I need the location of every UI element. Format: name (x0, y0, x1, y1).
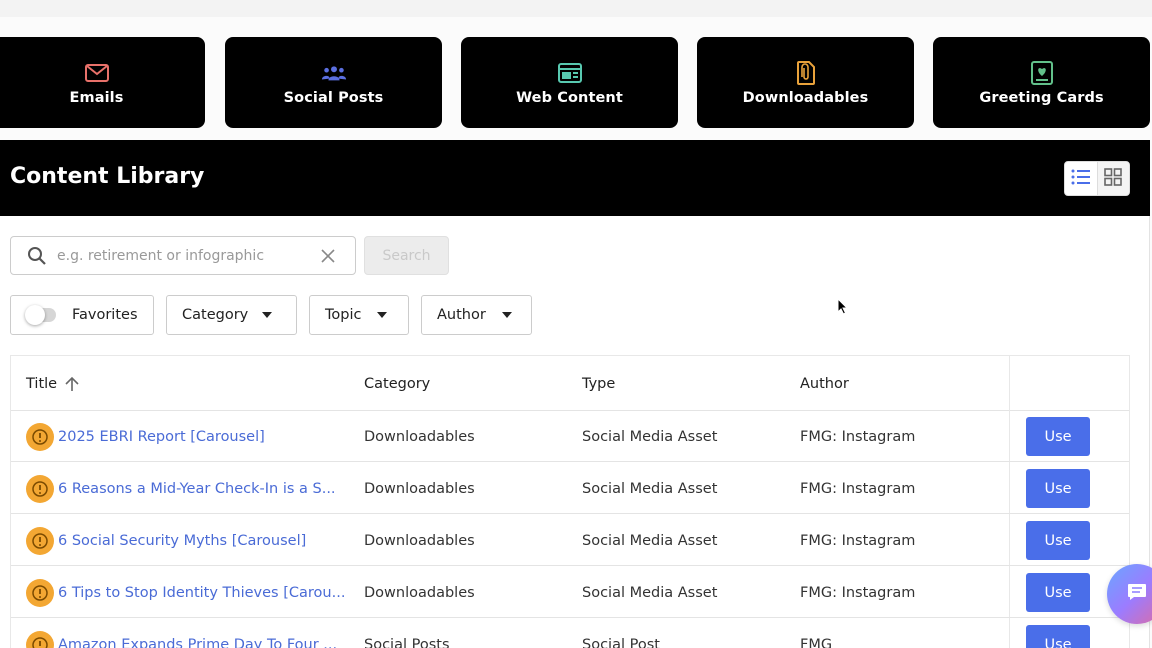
table-row: 6 Social Security Myths [Carousel] Downl… (11, 515, 1129, 566)
column-header-type: Type (582, 375, 616, 392)
warning-icon (26, 578, 54, 607)
list-icon (1071, 169, 1091, 189)
author-cell: FMG: Instagram (800, 428, 916, 445)
grid-icon (1104, 167, 1123, 190)
category-cell: Downloadables (364, 428, 475, 445)
content-title-link[interactable]: 6 Tips to Stop Identity Thieves [Carou..… (58, 585, 345, 601)
warning-icon (26, 474, 54, 503)
caret-down-icon (262, 312, 273, 318)
content-title-link[interactable]: 6 Social Security Myths [Carousel] (58, 533, 306, 549)
content-title-link[interactable]: 6 Reasons a Mid-Year Check-In is a S... (58, 481, 336, 497)
category-cell: Social Posts (364, 636, 450, 648)
tile-emails[interactable]: Emails (0, 37, 205, 128)
table-row: 6 Reasons a Mid-Year Check-In is a S... … (11, 463, 1129, 514)
grid-view-button[interactable] (1096, 162, 1129, 195)
title-cell: 6 Reasons a Mid-Year Check-In is a S... (26, 463, 356, 514)
type-cell: Social Media Asset (582, 480, 718, 497)
search-icon (27, 246, 47, 270)
tile-label: Emails (69, 89, 124, 106)
content-title-link[interactable]: 2025 EBRI Report [Carousel] (58, 429, 265, 445)
tile-greeting-cards[interactable]: Greeting Cards (933, 37, 1150, 128)
caret-down-icon (501, 312, 512, 318)
favorites-toggle[interactable]: Favorites (10, 295, 154, 335)
tile-label: Downloadables (742, 89, 869, 106)
top-strip (0, 0, 1152, 17)
use-button[interactable]: Use (1026, 521, 1090, 560)
tile-label: Social Posts (283, 89, 384, 106)
envelope-icon (84, 60, 110, 86)
type-cell: Social Media Asset (582, 428, 718, 445)
type-cell: Social Media Asset (582, 584, 718, 601)
library-header: Content Library (0, 140, 1150, 216)
table-header: Title Category Type Author (11, 356, 1129, 411)
favorites-label: Favorites (72, 307, 138, 323)
card-icon (1029, 60, 1055, 86)
author-dropdown[interactable]: Author (421, 295, 532, 335)
column-header-title[interactable]: Title (26, 356, 79, 411)
use-button[interactable]: Use (1026, 469, 1090, 508)
search-button[interactable]: Search (364, 236, 449, 275)
warning-icon (26, 526, 54, 555)
tile-social-posts[interactable]: Social Posts (225, 37, 442, 128)
category-dropdown[interactable]: Category (166, 295, 297, 335)
tile-label: Web Content (516, 89, 623, 106)
warning-icon (26, 422, 54, 451)
topic-dropdown[interactable]: Topic (309, 295, 409, 335)
people-icon (321, 60, 347, 86)
caret-down-icon (377, 312, 388, 318)
use-button[interactable]: Use (1026, 573, 1090, 612)
content-title-link[interactable]: Amazon Expands Prime Day To Four ... (58, 637, 337, 648)
list-view-button[interactable] (1065, 162, 1097, 195)
tile-downloadables[interactable]: Downloadables (697, 37, 914, 128)
topic-label: Topic (325, 307, 362, 323)
use-button[interactable]: Use (1026, 625, 1090, 648)
paperclip-document-icon (793, 60, 819, 86)
title-cell: 6 Social Security Myths [Carousel] (26, 515, 356, 566)
author-cell: FMG (800, 636, 833, 648)
tile-label: Greeting Cards (979, 89, 1104, 106)
sort-arrow-up-icon[interactable] (65, 376, 79, 392)
category-cell: Downloadables (364, 584, 475, 601)
title-cell: 6 Tips to Stop Identity Thieves [Carou..… (26, 567, 356, 618)
author-cell: FMG: Instagram (800, 532, 916, 549)
toggle-switch[interactable] (25, 305, 56, 325)
browser-window-icon (557, 60, 583, 86)
column-header-category: Category (364, 375, 431, 392)
type-cell: Social Media Asset (582, 532, 718, 549)
content-library-panel: Content Library Search Favorites (0, 140, 1150, 648)
warning-icon (26, 630, 54, 648)
page-title: Content Library (10, 164, 205, 189)
title-cell: Amazon Expands Prime Day To Four ... (26, 619, 356, 648)
tile-web-content[interactable]: Web Content (461, 37, 678, 128)
mouse-cursor-icon (837, 297, 849, 320)
author-cell: FMG: Instagram (800, 584, 916, 601)
chat-icon (1127, 583, 1147, 605)
table-row: Amazon Expands Prime Day To Four ... Soc… (11, 619, 1129, 648)
author-label: Author (437, 307, 486, 323)
table-row: 6 Tips to Stop Identity Thieves [Carou..… (11, 567, 1129, 618)
category-cell: Downloadables (364, 532, 475, 549)
search-input[interactable] (57, 245, 307, 267)
search-box (10, 236, 356, 275)
column-header-author: Author (800, 375, 849, 392)
clear-icon[interactable] (320, 248, 336, 268)
author-cell: FMG: Instagram (800, 480, 916, 497)
category-cell: Downloadables (364, 480, 475, 497)
use-button[interactable]: Use (1026, 417, 1090, 456)
table-row: 2025 EBRI Report [Carousel] Downloadable… (11, 411, 1129, 462)
view-toggle (1064, 161, 1130, 196)
type-cell: Social Post (582, 636, 660, 648)
content-table: Title Category Type Author 2025 EBRI Rep… (10, 355, 1130, 648)
category-label: Category (182, 307, 249, 323)
title-cell: 2025 EBRI Report [Carousel] (26, 411, 356, 462)
